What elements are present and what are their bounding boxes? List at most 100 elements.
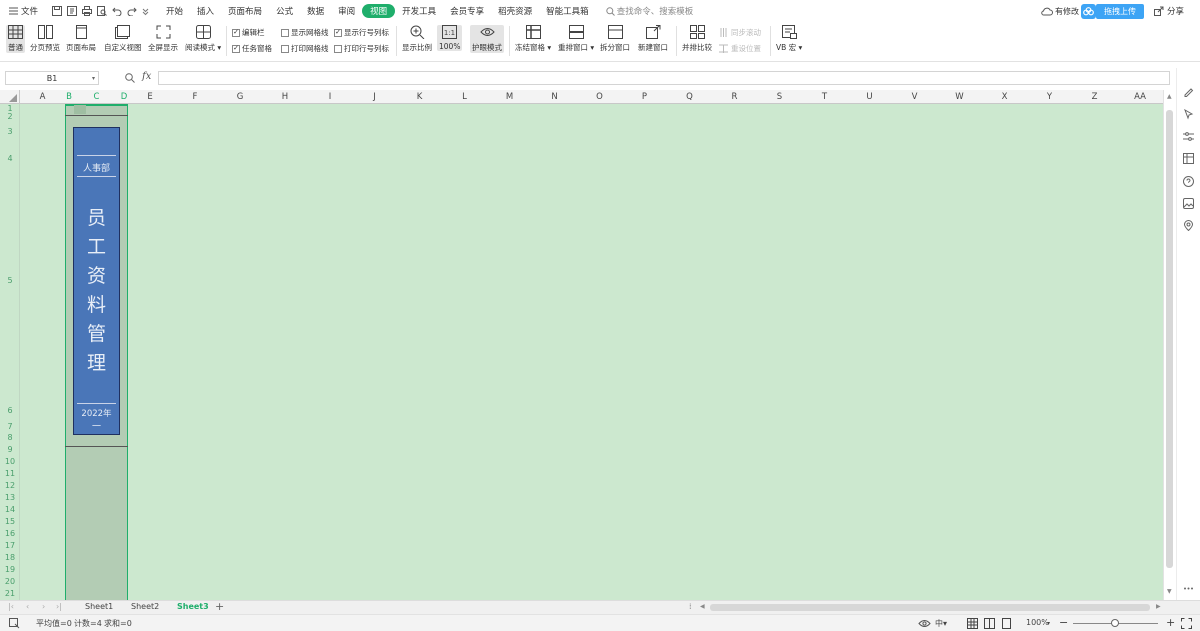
edit-bar-checkbox[interactable]: ✓ 编辑栏 <box>232 27 265 38</box>
column-header-u[interactable]: U <box>847 90 892 104</box>
row-header-3[interactable]: 3 <box>0 127 20 136</box>
sheet-tab-sheet3[interactable]: Sheet3 <box>177 602 209 611</box>
column-header-y[interactable]: Y <box>1027 90 1072 104</box>
next-sheet-icon[interactable]: › <box>42 602 45 611</box>
zoom-slider-thumb[interactable] <box>1111 619 1119 627</box>
vertical-scrollbar[interactable]: ▲ ▼ <box>1163 90 1176 600</box>
input-method-icon[interactable]: 中▾ <box>935 618 947 629</box>
row-header-20[interactable]: 20 <box>0 577 20 586</box>
help-icon[interactable] <box>1183 176 1194 187</box>
print-preview-icon[interactable] <box>96 6 107 16</box>
row-header-7[interactable]: 7 <box>0 422 20 431</box>
column-header-a[interactable]: A <box>20 90 65 104</box>
zoom-search-icon[interactable] <box>125 73 135 83</box>
column-header-z[interactable]: Z <box>1072 90 1117 104</box>
print-gridlines-checkbox[interactable]: 打印网格线 <box>281 43 329 54</box>
worksheet-grid[interactable]: A B C D E F G H I J K L M N O P Q R S T U V W X Y Z AA 1 2 3 4 5 6 7 8 9 10… <box>0 90 1163 600</box>
style-icon[interactable] <box>1183 86 1194 97</box>
zoom-button[interactable]: 显示比例 <box>402 25 432 53</box>
select-all-corner[interactable] <box>0 90 20 104</box>
row-header-17[interactable]: 17 <box>0 541 20 550</box>
column-header-p[interactable]: P <box>622 90 667 104</box>
zoom-in-icon[interactable]: + <box>1166 616 1175 629</box>
active-cell-b1[interactable] <box>74 105 86 114</box>
split-window-button[interactable]: 拆分窗口 <box>600 25 630 53</box>
row-header-12[interactable]: 12 <box>0 481 20 490</box>
row-header-9[interactable]: 9 <box>0 445 20 454</box>
row-header-14[interactable]: 14 <box>0 505 20 514</box>
scroll-down-icon[interactable]: ▼ <box>1167 588 1172 595</box>
prev-sheet-icon[interactable]: ‹ <box>26 602 29 611</box>
tab-formulas[interactable]: 公式 <box>269 5 300 17</box>
column-header-f[interactable]: F <box>172 90 218 104</box>
row-header-4[interactable]: 4 <box>0 154 20 163</box>
fullscreen-button[interactable]: 全屏显示 <box>148 25 178 53</box>
zoom-out-icon[interactable]: − <box>1059 616 1068 629</box>
column-header-x[interactable]: X <box>982 90 1027 104</box>
column-header-o[interactable]: O <box>577 90 622 104</box>
checkbox-checked[interactable]: ✓ <box>334 28 342 37</box>
row-header-8[interactable]: 8 <box>0 433 20 442</box>
upload-button[interactable]: 拖拽上传 <box>1095 3 1144 19</box>
tab-home[interactable]: 开始 <box>159 5 190 17</box>
print-icon[interactable] <box>81 6 92 16</box>
column-header-r[interactable]: R <box>712 90 757 104</box>
column-header-q[interactable]: Q <box>667 90 712 104</box>
row-header-15[interactable]: 15 <box>0 517 20 526</box>
column-header-d[interactable]: D <box>120 90 128 104</box>
zoom-dropdown-icon[interactable]: ▾ <box>1047 620 1050 627</box>
tab-review[interactable]: 审阅 <box>331 5 362 17</box>
first-sheet-icon[interactable]: |‹ <box>8 602 14 611</box>
column-header-m[interactable]: M <box>487 90 532 104</box>
vb-macro-button[interactable]: VB 宏 ▾ <box>776 25 802 53</box>
column-header-s[interactable]: S <box>757 90 802 104</box>
scroll-up-icon[interactable]: ▲ <box>1167 93 1172 100</box>
column-header-aa[interactable]: AA <box>1117 90 1163 104</box>
checkbox-unchecked[interactable] <box>334 44 342 53</box>
page-layout-view-button[interactable]: 页面布局 <box>66 25 96 53</box>
sheet-tab-sheet1[interactable]: Sheet1 <box>85 602 113 611</box>
command-search[interactable]: 查找命令、搜索模板 <box>605 5 693 17</box>
table-attribute-icon[interactable] <box>1183 153 1194 164</box>
zoom-100-button[interactable]: 1:1 100% <box>437 25 463 51</box>
reset-position-button[interactable]: 重设位置 <box>719 43 761 54</box>
row-header-11[interactable]: 11 <box>0 469 20 478</box>
fx-button[interactable]: fx <box>142 71 151 82</box>
cloud-sync-status[interactable]: 有修改 <box>1041 6 1079 17</box>
normal-view-button[interactable]: 普通 <box>6 25 25 53</box>
checkbox-checked[interactable]: ✓ <box>232 28 240 37</box>
location-icon[interactable] <box>1183 220 1194 231</box>
chevron-down-icon[interactable] <box>142 6 149 16</box>
zoom-level[interactable]: 100% <box>1026 618 1049 627</box>
row-header-5[interactable]: 5 <box>0 276 20 285</box>
fit-window-icon[interactable] <box>1181 618 1192 629</box>
binder-spine-label[interactable]: 人事部 员 工 资 料 管 理 2022年 一 <box>73 127 120 435</box>
row-header-10[interactable]: 10 <box>0 457 20 466</box>
tab-developer[interactable]: 开发工具 <box>395 5 443 17</box>
show-headers-checkbox[interactable]: ✓ 显示行号列标 <box>334 27 389 38</box>
file-menu[interactable]: 文件 <box>0 5 45 17</box>
tab-docer-resources[interactable]: 稻壳资源 <box>491 5 539 17</box>
column-header-t[interactable]: T <box>802 90 847 104</box>
tab-view[interactable]: 视图 <box>362 4 396 18</box>
column-header-i[interactable]: I <box>308 90 352 104</box>
arrange-windows-button[interactable]: 重排窗口 ▾ <box>558 25 594 53</box>
tab-data[interactable]: 数据 <box>300 5 331 17</box>
tab-page-layout[interactable]: 页面布局 <box>221 5 269 17</box>
pointer-icon[interactable] <box>1183 109 1194 120</box>
show-gridlines-checkbox[interactable]: 显示网格线 <box>281 27 329 38</box>
share-button[interactable]: 分享 <box>1153 5 1184 17</box>
column-header-v[interactable]: V <box>892 90 937 104</box>
hscroll-grip-icon[interactable]: ⁞ <box>689 602 692 611</box>
column-header-n[interactable]: N <box>532 90 577 104</box>
checkbox-unchecked[interactable] <box>281 28 289 37</box>
column-header-l[interactable]: L <box>442 90 487 104</box>
last-sheet-icon[interactable]: ›| <box>56 602 62 611</box>
add-sheet-icon[interactable]: + <box>215 600 224 613</box>
vertical-scroll-thumb[interactable] <box>1166 110 1173 568</box>
sheet-tab-sheet2[interactable]: Sheet2 <box>131 602 159 611</box>
row-header-16[interactable]: 16 <box>0 529 20 538</box>
formula-input[interactable] <box>158 71 1170 85</box>
eye-protection-status-icon[interactable] <box>918 618 931 629</box>
image-icon[interactable] <box>1183 198 1194 209</box>
